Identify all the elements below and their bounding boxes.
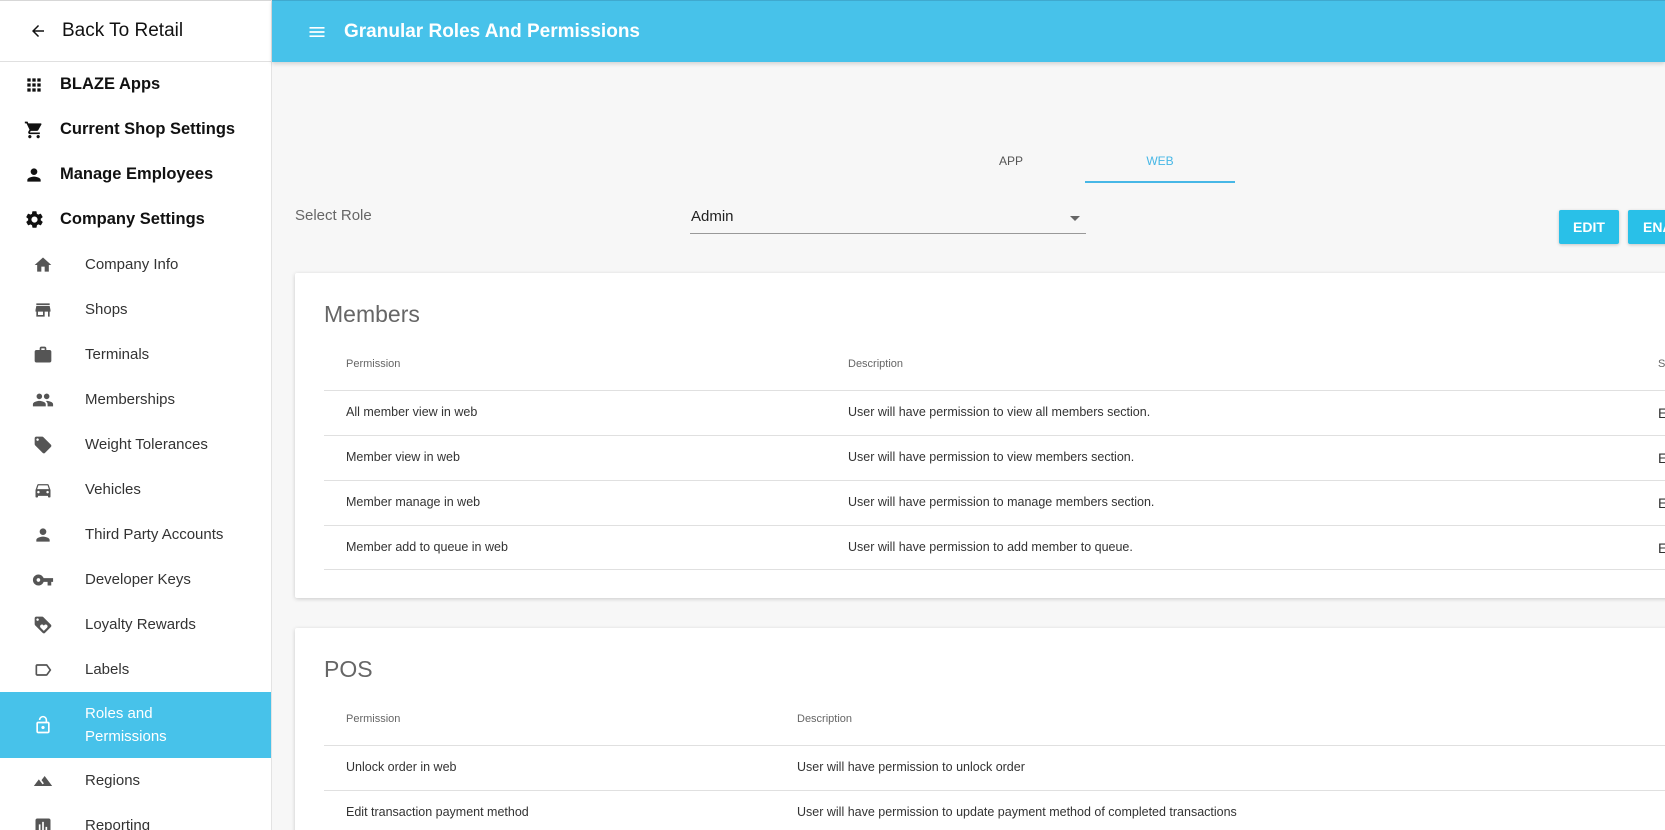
sidebar-item-label: Developer Keys — [85, 571, 191, 588]
sidebar-item-manage-employees[interactable]: Manage Employees — [0, 152, 271, 197]
description-cell: User will have permission to add member … — [848, 540, 1133, 554]
people-icon — [31, 388, 55, 412]
select-role-label: Select Role — [295, 207, 372, 224]
sidebar: Back To Retail BLAZE Apps Current Shop S… — [0, 0, 272, 830]
sidebar-item-label: Labels — [85, 661, 130, 678]
tag-icon — [31, 433, 55, 457]
dropdown-arrow-icon — [1070, 216, 1080, 221]
hamburger-menu-icon[interactable] — [306, 21, 328, 43]
enable-button[interactable]: ENA — [1628, 210, 1665, 244]
status-cell[interactable]: E — [1658, 540, 1665, 556]
table-row: Unlock order in web User will have permi… — [324, 745, 1665, 790]
description-cell: User will have permission to manage memb… — [848, 495, 1155, 509]
column-header-status: S — [1658, 358, 1665, 370]
sidebar-item-loyalty-rewards[interactable]: Loyalty Rewards — [0, 602, 271, 647]
sidebar-item-label: Shops — [85, 301, 128, 318]
tab-app[interactable]: APP — [936, 143, 1086, 183]
lock-icon — [31, 713, 55, 737]
sidebar-item-reporting[interactable]: Reporting — [0, 803, 271, 830]
permission-cell: Member add to queue in web — [346, 540, 508, 554]
permission-cell: Edit transaction payment method — [346, 805, 529, 819]
page-title: Granular Roles And Permissions — [344, 20, 640, 42]
sidebar-item-vehicles[interactable]: Vehicles — [0, 467, 271, 512]
permission-cell: Member manage in web — [346, 495, 481, 509]
sidebar-item-label: Third Party Accounts — [85, 526, 224, 543]
sidebar-item-label: Manage Employees — [60, 165, 214, 183]
arrow-back-icon — [26, 19, 50, 43]
permission-cell: Unlock order in web — [346, 760, 457, 774]
sidebar-item-terminals[interactable]: Terminals — [0, 332, 271, 377]
sidebar-item-label: Current Shop Settings — [60, 120, 236, 138]
permission-cell: All member view in web — [346, 405, 478, 419]
back-to-retail-link[interactable]: Back To Retail — [0, 0, 271, 62]
sidebar-item-label: BLAZE Apps — [60, 75, 161, 93]
sidebar-item-label: Company Settings — [60, 210, 205, 228]
label-icon — [31, 658, 55, 682]
app-header: Granular Roles And Permissions — [272, 0, 1665, 62]
sidebar-item-company-info[interactable]: Company Info — [0, 242, 271, 287]
status-cell[interactable]: E — [1658, 405, 1665, 421]
column-header-description: Description — [797, 713, 853, 725]
card-title: POS — [324, 656, 373, 682]
sidebar-item-label: Vehicles — [85, 481, 141, 498]
members-card: Members Permission Description S All mem… — [295, 273, 1665, 598]
description-cell: User will have permission to unlock orde… — [797, 760, 1025, 774]
home-icon — [31, 253, 55, 277]
table-row: All member view in web User will have pe… — [324, 390, 1665, 435]
sidebar-item-third-party-accounts[interactable]: Third Party Accounts — [0, 512, 271, 557]
status-cell[interactable]: E — [1658, 450, 1665, 466]
briefcase-icon — [31, 343, 55, 367]
sidebar-item-labels[interactable]: Labels — [0, 647, 271, 692]
shopping-cart-icon — [22, 118, 46, 142]
table-row: Member add to queue in web User will hav… — [324, 525, 1665, 570]
sidebar-item-current-shop-settings[interactable]: Current Shop Settings — [0, 107, 271, 152]
sidebar-item-label: Roles and Permissions — [85, 705, 167, 745]
sidebar-item-developer-keys[interactable]: Developer Keys — [0, 557, 271, 602]
gear-icon — [22, 208, 46, 232]
sidebar-item-roles-and-permissions[interactable]: Roles and Permissions — [0, 692, 271, 758]
sidebar-item-label: Weight Tolerances — [85, 436, 208, 453]
description-cell: User will have permission to view all me… — [848, 405, 1151, 419]
column-header-permission: Permission — [346, 713, 401, 725]
pos-card: POS Permission Description Unlock order … — [295, 628, 1665, 830]
description-cell: User will have permission to update paym… — [797, 805, 1237, 819]
column-header-description: Description — [848, 358, 904, 370]
store-icon — [31, 298, 55, 322]
card-title: Members — [324, 301, 420, 327]
table-row: Member manage in web User will have perm… — [324, 480, 1665, 525]
sidebar-item-label: Reporting — [85, 817, 151, 830]
sidebar-item-label: Memberships — [85, 391, 176, 408]
loyalty-tag-icon — [31, 613, 55, 637]
role-select-value: Admin — [691, 208, 734, 225]
sidebar-item-regions[interactable]: Regions — [0, 758, 271, 803]
edit-button[interactable]: EDIT — [1559, 210, 1619, 244]
sidebar-item-label: Regions — [85, 772, 141, 789]
tab-web[interactable]: WEB — [1085, 143, 1235, 183]
sidebar-item-label: Loyalty Rewards — [85, 616, 196, 633]
person-icon — [22, 163, 46, 187]
sidebar-item-shops[interactable]: Shops — [0, 287, 271, 332]
description-cell: User will have permission to view member… — [848, 450, 1135, 464]
sidebar-item-blaze-apps[interactable]: BLAZE Apps — [0, 62, 271, 107]
chart-icon — [31, 814, 55, 830]
sidebar-item-company-settings[interactable]: Company Settings — [0, 197, 271, 242]
table-row: Member view in web User will have permis… — [324, 435, 1665, 480]
sidebar-item-memberships[interactable]: Memberships — [0, 377, 271, 422]
table-row: Edit transaction payment method User wil… — [324, 790, 1665, 830]
terrain-icon — [31, 769, 55, 793]
key-icon — [31, 568, 55, 592]
sidebar-item-label: Company Info — [85, 256, 179, 273]
car-icon — [31, 478, 55, 502]
person-icon — [31, 523, 55, 547]
sidebar-item-weight-tolerances[interactable]: Weight Tolerances — [0, 422, 271, 467]
permission-cell: Member view in web — [346, 450, 460, 464]
back-label: Back To Retail — [62, 20, 184, 41]
apps-grid-icon — [22, 73, 46, 97]
status-cell[interactable]: E — [1658, 495, 1665, 511]
column-header-permission: Permission — [346, 358, 401, 370]
role-select[interactable]: Admin — [690, 204, 1086, 234]
sidebar-item-label: Terminals — [85, 346, 150, 363]
